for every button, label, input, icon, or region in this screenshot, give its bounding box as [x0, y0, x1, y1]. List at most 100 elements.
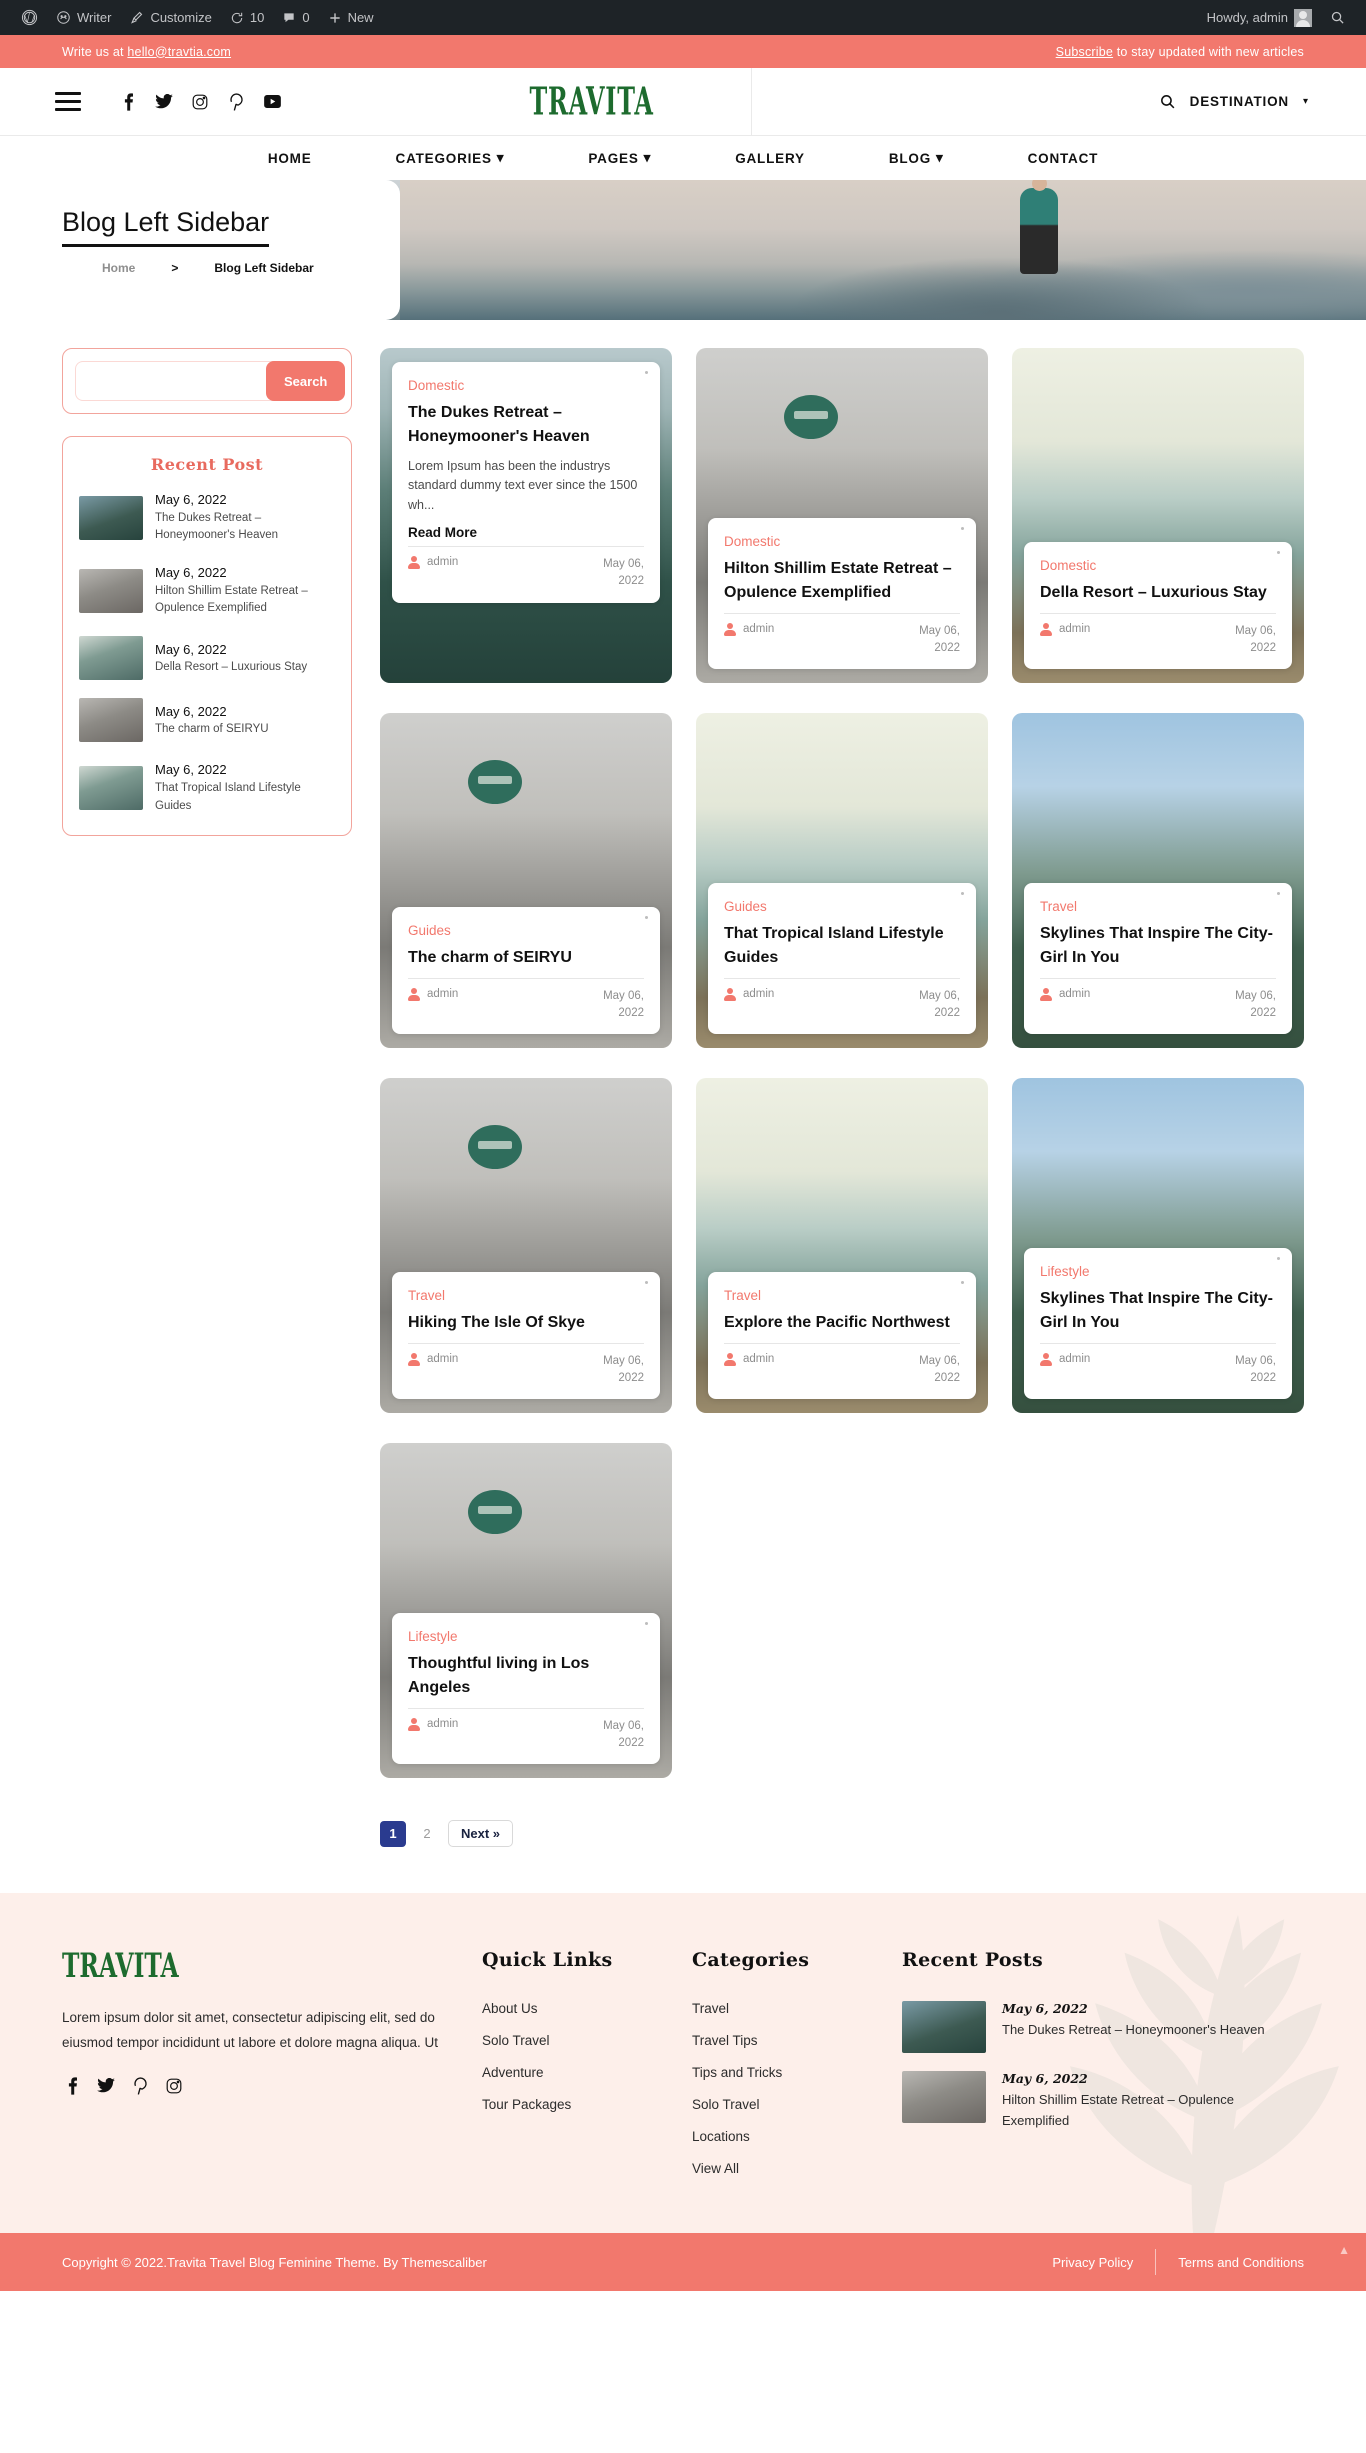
footer-category-solo-travel[interactable]: Solo Travel [692, 2097, 902, 2112]
post-category[interactable]: Domestic [408, 378, 644, 393]
adminbar-item-comments[interactable]: 0 [273, 0, 318, 35]
adminbar-item-site[interactable]: Writer [47, 0, 120, 35]
nav-item-gallery[interactable]: GALLERY [693, 151, 847, 166]
footer-logo[interactable]: Travita [62, 1947, 358, 1986]
post-title[interactable]: Skylines That Inspire The City-Girl In Y… [1040, 1287, 1276, 1335]
adminbar-item-customize[interactable]: Customize [120, 0, 220, 35]
post-category[interactable]: Lifestyle [1040, 1264, 1276, 1279]
chevron-down-icon[interactable]: ▾ [1303, 96, 1308, 107]
nav-item-contact[interactable]: CONTACT [986, 151, 1141, 166]
post-title[interactable]: The Dukes Retreat – Honeymooner's Heaven [155, 510, 335, 546]
list-item[interactable]: May 6, 2022 The Dukes Retreat – Honeymoo… [902, 2001, 1304, 2053]
back-to-top-icon[interactable]: ▲ [1338, 2243, 1350, 2257]
destination-label[interactable]: DESTINATION [1190, 94, 1289, 109]
search-button[interactable]: Search [266, 361, 346, 401]
search-icon[interactable] [1159, 93, 1176, 110]
nav-label-home: HOME [267, 150, 312, 166]
post-card[interactable]: Guides The charm of SEIRYU admin May 06,… [380, 713, 672, 1048]
adminbar-howdy[interactable]: Howdy, admin [1198, 0, 1321, 35]
sidebar: Search Recent Post May 6, 2022 The Dukes… [62, 348, 352, 837]
footer-category-travel-tips[interactable]: Travel Tips [692, 2033, 902, 2048]
footer-category-tips-and-tricks[interactable]: Tips and Tricks [692, 2065, 902, 2080]
post-title[interactable]: Hilton Shillim Estate Retreat – Opulence… [155, 583, 335, 619]
post-category[interactable]: Travel [1040, 899, 1276, 914]
read-more-link[interactable]: Read More [408, 525, 644, 540]
pinterest-icon[interactable] [130, 2076, 150, 2096]
footer-category-view-all[interactable]: View All [692, 2161, 902, 2176]
site-logo[interactable]: Travita [530, 79, 654, 124]
post-title[interactable]: Hilton Shillim Estate Retreat – Opulence… [724, 557, 960, 605]
nav-item-home[interactable]: HOME [226, 151, 354, 166]
post-title[interactable]: The charm of SEIRYU [408, 946, 644, 970]
post-title[interactable]: Della Resort – Luxurious Stay [1040, 581, 1276, 605]
subscribe-link[interactable]: Subscribe [1056, 45, 1113, 59]
post-title[interactable]: That Tropical Island Lifestyle Guides [155, 780, 335, 816]
hamburger-icon[interactable] [55, 92, 81, 111]
adminbar-item-new[interactable]: New [319, 0, 383, 35]
post-card[interactable]: Travel Hiking The Isle Of Skye admin May… [380, 1078, 672, 1413]
terms-and-conditions-link[interactable]: Terms and Conditions [1178, 2255, 1304, 2270]
twitter-icon[interactable] [149, 87, 179, 117]
list-item[interactable]: May 6, 2022 Della Resort – Luxurious Sta… [79, 636, 335, 681]
post-category[interactable]: Guides [408, 923, 644, 938]
post-card[interactable]: Guides That Tropical Island Lifestyle Gu… [696, 713, 988, 1048]
post-title[interactable]: The Dukes Retreat – Honeymooner's Heaven [1002, 2020, 1265, 2041]
youtube-icon[interactable] [257, 87, 287, 117]
instagram-icon[interactable] [185, 87, 215, 117]
list-item[interactable]: May 6, 2022 That Tropical Island Lifesty… [79, 760, 335, 815]
pagination-page-2[interactable]: 2 [414, 1821, 440, 1847]
list-item[interactable]: May 6, 2022 The charm of SEIRYU [79, 698, 335, 743]
post-category[interactable]: Domestic [724, 534, 960, 549]
post-card[interactable]: Domestic Della Resort – Luxurious Stay a… [1012, 348, 1304, 683]
breadcrumb-home[interactable]: Home [102, 261, 135, 275]
post-card[interactable]: Lifestyle Skylines That Inspire The City… [1012, 1078, 1304, 1413]
pagination-page-1[interactable]: 1 [380, 1820, 406, 1847]
pagination-next-button[interactable]: Next » [448, 1820, 514, 1847]
footer-category-travel[interactable]: Travel [692, 2001, 902, 2016]
post-card[interactable]: Lifestyle Thoughtful living in Los Angel… [380, 1443, 672, 1778]
nav-item-blog[interactable]: BLOG ▾ [847, 150, 986, 166]
footer-link-solo-travel[interactable]: Solo Travel [482, 2033, 692, 2048]
post-category[interactable]: Guides [724, 899, 960, 914]
post-title[interactable]: Skylines That Inspire The City-Girl In Y… [1040, 922, 1276, 970]
post-title[interactable]: The Dukes Retreat – Honeymooner's Heaven [408, 401, 644, 449]
post-title[interactable]: Explore the Pacific Northwest [724, 1311, 960, 1335]
search-input[interactable] [75, 361, 276, 401]
post-card[interactable]: Domestic The Dukes Retreat – Honeymooner… [380, 348, 672, 683]
footer-category-locations[interactable]: Locations [692, 2129, 902, 2144]
post-title[interactable]: The charm of SEIRYU [155, 721, 335, 739]
post-title[interactable]: Thoughtful living in Los Angeles [408, 1652, 644, 1700]
post-card[interactable]: Travel Skylines That Inspire The City-Gi… [1012, 713, 1304, 1048]
post-title[interactable]: Della Resort – Luxurious Stay [155, 659, 335, 677]
nav-item-categories[interactable]: CATEGORIES ▾ [354, 150, 547, 166]
list-item[interactable]: May 6, 2022 The Dukes Retreat – Honeymoo… [79, 490, 335, 545]
post-title[interactable]: Hiking The Isle Of Skye [408, 1311, 644, 1335]
facebook-icon[interactable] [113, 87, 143, 117]
notice-write-us: Write us at hello@travtia.com [62, 45, 1056, 59]
post-category[interactable]: Domestic [1040, 558, 1276, 573]
nav-item-pages[interactable]: PAGES ▾ [546, 150, 693, 166]
notice-email-link[interactable]: hello@travtia.com [127, 45, 231, 59]
post-card[interactable]: Domestic Hilton Shillim Estate Retreat –… [696, 348, 988, 683]
footer-link-adventure[interactable]: Adventure [482, 2065, 692, 2080]
twitter-icon[interactable] [96, 2076, 116, 2096]
post-category[interactable]: Travel [408, 1288, 644, 1303]
instagram-icon[interactable] [164, 2076, 184, 2096]
post-title[interactable]: Hilton Shillim Estate Retreat – Opulence… [1002, 2090, 1304, 2132]
adminbar-item-wordpress[interactable] [12, 0, 47, 35]
list-item[interactable]: May 6, 2022 Hilton Shillim Estate Retrea… [902, 2071, 1304, 2132]
adminbar-item-updates[interactable]: 10 [221, 0, 273, 35]
footer-link-tour-packages[interactable]: Tour Packages [482, 2097, 692, 2112]
footer-link-about-us[interactable]: About Us [482, 2001, 692, 2016]
pinterest-icon[interactable] [221, 87, 251, 117]
facebook-icon[interactable] [62, 2076, 82, 2096]
card-dot-icon [645, 1280, 648, 1284]
privacy-policy-link[interactable]: Privacy Policy [1052, 2255, 1133, 2270]
post-title[interactable]: That Tropical Island Lifestyle Guides [724, 922, 960, 970]
post-category[interactable]: Lifestyle [408, 1629, 644, 1644]
adminbar-search-button[interactable] [1321, 0, 1354, 35]
post-card[interactable]: Travel Explore the Pacific Northwest adm… [696, 1078, 988, 1413]
post-category[interactable]: Travel [724, 1288, 960, 1303]
content-area: Domestic The Dukes Retreat – Honeymooner… [380, 348, 1304, 1893]
list-item[interactable]: May 6, 2022 Hilton Shillim Estate Retrea… [79, 563, 335, 618]
